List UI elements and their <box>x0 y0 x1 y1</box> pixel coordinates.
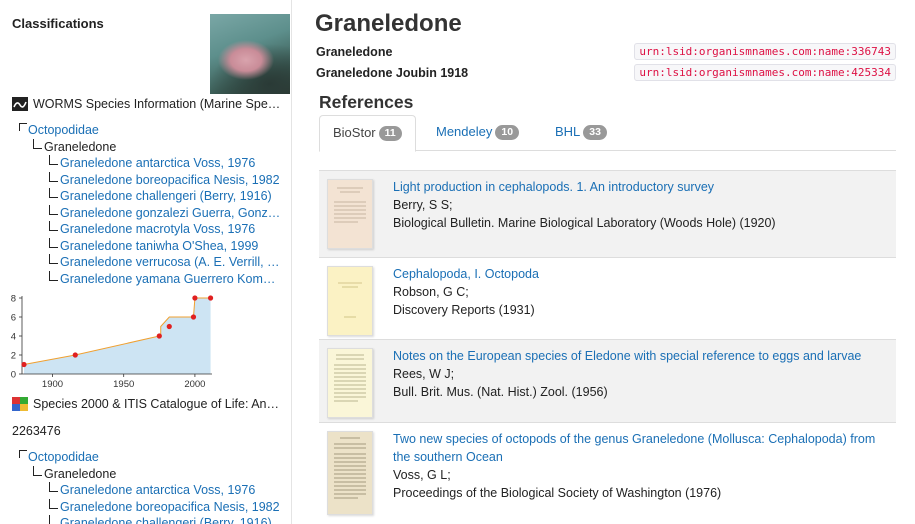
chart-point <box>21 361 27 368</box>
tree-species-link[interactable]: Graneledone yamana Guerrero Kom… <box>14 270 290 288</box>
catalogue-of-life-icon <box>12 397 28 411</box>
name-row: Graneledone Joubin 1918 urn:lsid:organis… <box>316 64 896 82</box>
lsid-code: urn:lsid:organismnames.com:name:336743 <box>634 43 896 60</box>
tree-genus: Graneledone <box>14 465 290 483</box>
reference-journal: Bull. Brit. Mus. (Nat. Hist.) Zool. (195… <box>393 385 608 399</box>
reference-thumbnail[interactable] <box>327 348 373 418</box>
chart-point <box>207 295 214 301</box>
tab-bhl[interactable]: BHL 33 <box>542 115 620 151</box>
lsid-code: urn:lsid:organismnames.com:name:425334 <box>634 64 896 81</box>
reference-authors: Rees, W J; <box>393 367 455 381</box>
col-source-label: Species 2000 & ITIS Catalogue of Life: A… <box>33 397 279 411</box>
sidebar-title: Classifications <box>12 16 104 31</box>
chart-point <box>72 352 78 358</box>
tab-count-badge: 10 <box>495 125 520 140</box>
reference-thumbnail[interactable] <box>327 431 373 515</box>
col-taxonomy-tree: Octopodidae Graneledone Graneledone anta… <box>14 449 290 524</box>
chart-point <box>166 323 172 330</box>
reference-thumbnail[interactable] <box>327 179 373 249</box>
tree-family[interactable]: Octopodidae <box>14 449 290 466</box>
reference-item: Notes on the European species of Eledone… <box>319 339 896 422</box>
reference-title-link[interactable]: Notes on the European species of Eledone… <box>393 347 893 365</box>
worms-taxonomy-tree: Octopodidae Graneledone Graneledone anta… <box>14 122 290 287</box>
worms-logo-icon <box>12 97 28 111</box>
tree-species-link[interactable]: Graneledone verrucosa (A. E. Verrill, … <box>14 254 290 271</box>
tree-species-link[interactable]: Graneledone challengeri (Berry, 1916) <box>14 515 290 524</box>
main-content: Graneledone Graneledone urn:lsid:organis… <box>292 0 915 524</box>
chart-y-tick-label: 4 <box>11 332 16 343</box>
page-title: Graneledone <box>315 10 462 37</box>
tree-species-link[interactable]: Graneledone gonzalezi Guerra, Gonz… <box>14 204 290 222</box>
classifications-sidebar: Classifications WORMS Species Informatio… <box>0 0 292 524</box>
taxon-name: Graneledone Joubin 1918 <box>316 66 469 80</box>
tree-species-link[interactable]: Graneledone macrotyla Voss, 1976 <box>14 221 290 238</box>
col-source-row[interactable]: Species 2000 & ITIS Catalogue of Life: A… <box>12 396 290 412</box>
chart-y-tick-label: 0 <box>11 370 16 381</box>
species-photo[interactable] <box>210 14 290 94</box>
chart-area <box>24 298 211 374</box>
references-tabs: BioStor 11 Mendeley 10 BHL 33 <box>319 115 896 152</box>
reference-journal: Proceedings of the Biological Society of… <box>393 486 722 500</box>
chart-point <box>190 314 197 320</box>
reference-item: Two new species of octopods of the genus… <box>319 422 896 524</box>
tree-species-link[interactable]: Graneledone antarctica Voss, 1976 <box>14 155 290 172</box>
chart-x-tick-label: 1900 <box>42 379 63 390</box>
tree-genus: Graneledone <box>14 138 290 156</box>
reference-journal: Discovery Reports (1931) <box>393 303 535 317</box>
chart-y-tick-label: 8 <box>11 294 16 305</box>
species-description-chart: 0 2 4 6 8 1900 1950 2000 <box>11 294 214 390</box>
chart-point <box>192 295 198 301</box>
tree-species-link[interactable]: Graneledone taniwha O'Shea, 1999 <box>14 237 290 255</box>
reference-journal: Biological Bulletin. Marine Biological L… <box>393 216 776 230</box>
tree-species-link[interactable]: Graneledone boreopacifica Nesis, 1982 <box>14 171 290 189</box>
worms-source-row[interactable]: WORMS Species Information (Marine Spe… <box>12 96 290 112</box>
taxon-name: Graneledone <box>316 45 393 59</box>
tab-mendeley[interactable]: Mendeley 10 <box>423 115 532 151</box>
worms-source-label: WORMS Species Information (Marine Spe… <box>33 97 281 111</box>
name-row: Graneledone urn:lsid:organismnames.com:n… <box>316 43 896 61</box>
reference-title-link[interactable]: Two new species of octopods of the genus… <box>393 430 893 466</box>
tree-family[interactable]: Octopodidae <box>14 122 290 139</box>
reference-authors: Robson, G C; <box>393 285 469 299</box>
tab-biostor[interactable]: BioStor 11 <box>319 115 416 152</box>
tab-count-badge: 33 <box>583 125 607 140</box>
reference-title-link[interactable]: Light production in cephalopods. 1. An i… <box>393 178 893 196</box>
chart-x-tick-label: 1950 <box>113 379 134 390</box>
chart-y-tick-label: 6 <box>11 313 16 324</box>
chart-x-tick-label: 2000 <box>184 379 205 390</box>
tree-species-link[interactable]: Graneledone challengeri (Berry, 1916) <box>14 188 290 205</box>
references-heading: References <box>319 92 414 112</box>
tab-count-badge: 11 <box>378 126 402 141</box>
col-identifier: 2263476 <box>12 424 61 438</box>
reference-title-link[interactable]: Cephalopoda, I. Octopoda <box>393 265 893 283</box>
reference-thumbnail[interactable] <box>327 266 373 336</box>
reference-authors: Voss, G L; <box>393 468 451 482</box>
tree-species-link[interactable]: Graneledone boreopacifica Nesis, 1982 <box>14 498 290 516</box>
reference-item: Cephalopoda, I. Octopoda Robson, G C; Di… <box>319 257 896 339</box>
reference-item: Light production in cephalopods. 1. An i… <box>319 170 896 257</box>
chart-y-tick-label: 2 <box>11 351 16 362</box>
chart-point <box>156 333 162 339</box>
reference-authors: Berry, S S; <box>393 198 453 212</box>
tree-species-link[interactable]: Graneledone antarctica Voss, 1976 <box>14 482 290 499</box>
